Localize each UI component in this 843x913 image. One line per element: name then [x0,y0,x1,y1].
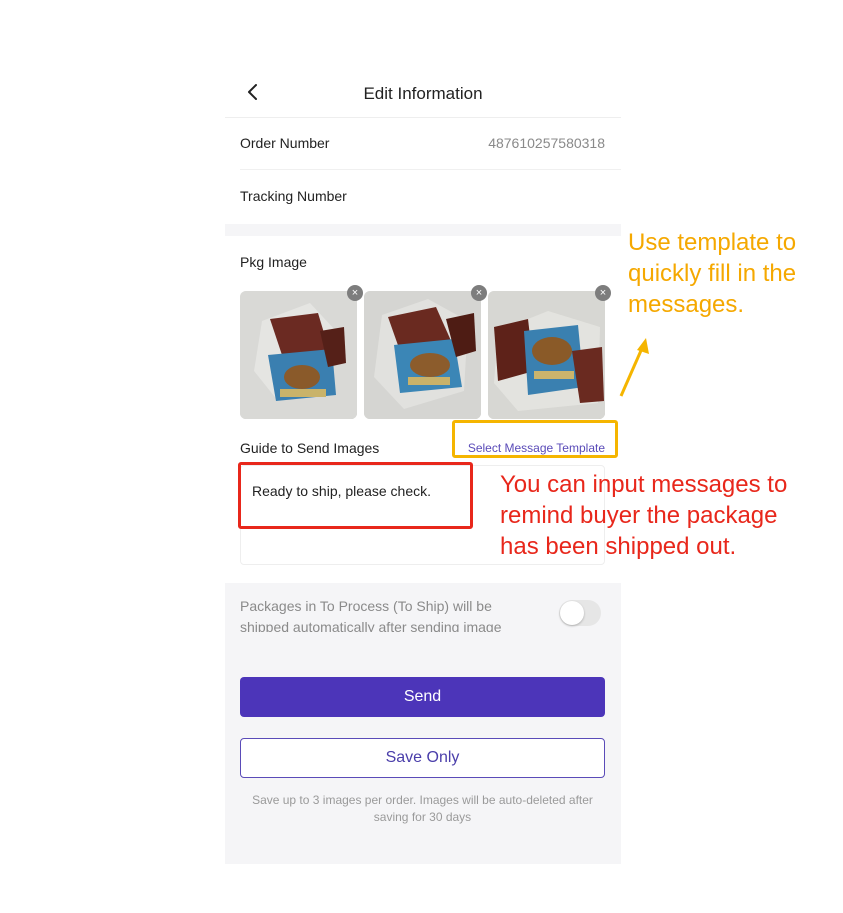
guide-label: Guide to Send Images [240,440,380,456]
page-title: Edit Information [363,84,483,103]
order-number-label: Order Number [240,135,330,151]
auto-ship-description: Packages in To Process (To Ship) will be… [240,598,502,632]
message-highlight-box [238,462,473,529]
order-number-row: Order Number 487610257580318 [240,117,621,170]
toggle-knob [560,601,584,625]
message-annotation-text: You can input messages to remind buyer t… [500,471,788,560]
remove-image-button[interactable]: × [595,285,611,301]
package-photo [364,291,481,419]
pkg-image-label: Pkg Image [240,254,307,270]
footnote-text: Save up to 3 images per order. Images wi… [252,793,593,824]
template-annotation-text: Use template to quickly fill in the mess… [628,229,797,318]
save-only-button[interactable]: Save Only [240,738,605,778]
tracking-number-label: Tracking Number [240,188,347,204]
auto-ship-toggle[interactable] [559,600,601,626]
remove-image-button[interactable]: × [347,285,363,301]
remove-image-button[interactable]: × [471,285,487,301]
screenshot-canvas: Edit Information Order Number 4876102575… [0,0,843,913]
send-button[interactable]: Send [240,677,605,717]
template-highlight-box [452,420,618,458]
pkg-image-thumbnail[interactable]: × [488,285,611,419]
pkg-image-thumbnail[interactable]: × [364,285,487,419]
package-photo [488,291,605,419]
pkg-image-thumbnail[interactable]: × [240,285,363,419]
tracking-number-row[interactable]: Tracking Number [240,170,621,223]
arrow-icon [619,338,649,397]
package-photo [240,291,357,419]
header-bar: Edit Information [225,68,621,118]
order-number-value: 487610257580318 [488,135,605,151]
